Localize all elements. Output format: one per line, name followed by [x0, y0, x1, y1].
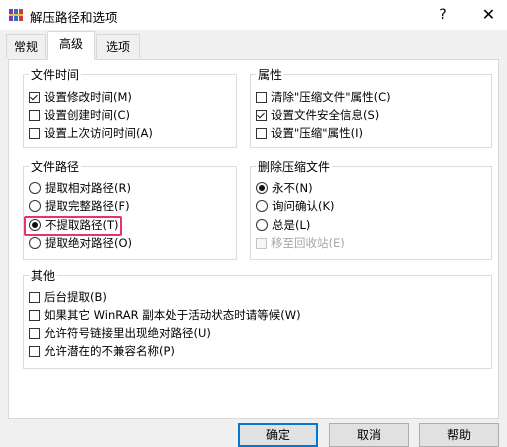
- option-label: 设置创建时间(C): [44, 108, 131, 122]
- option-label: 允许符号链接里出现绝对路径(U): [44, 326, 211, 340]
- radio-button[interactable]: [256, 219, 268, 231]
- checkbox-box[interactable]: [29, 109, 40, 121]
- checkbox-wait-other-winrar[interactable]: 如果其它 WinRAR 副本处于活动状态时请等候(W): [29, 307, 301, 323]
- radio-ask-confirm[interactable]: 询问确认(K): [256, 198, 335, 214]
- option-label: 提取完整路径(F): [45, 199, 130, 213]
- group-title: 属性: [256, 66, 285, 83]
- radio-button[interactable]: [256, 182, 268, 194]
- radio-button[interactable]: [29, 200, 41, 212]
- group-title: 删除压缩文件: [256, 158, 333, 175]
- option-label: 设置文件安全信息(S): [271, 108, 380, 122]
- checkbox-box: [256, 237, 267, 249]
- option-label: 设置"压缩"属性(I): [271, 126, 363, 140]
- option-label: 清除"压缩文件"属性(C): [271, 90, 391, 104]
- option-label: 总是(L): [272, 218, 311, 232]
- window-title: 解压路径和选项: [30, 10, 118, 25]
- radio-never[interactable]: 永不(N): [256, 180, 313, 196]
- option-label: 允许潜在的不兼容名称(P): [44, 344, 175, 358]
- radio-button[interactable]: [256, 200, 268, 212]
- option-label: 设置上次访问时间(A): [44, 126, 153, 140]
- radio-always[interactable]: 总是(L): [256, 217, 310, 233]
- checkbox-set-modify-time[interactable]: 设置修改时间(M): [29, 89, 132, 105]
- checkbox-box[interactable]: [29, 127, 40, 139]
- option-label: 如果其它 WinRAR 副本处于活动状态时请等候(W): [44, 308, 301, 322]
- checkbox-set-compressed-attribute[interactable]: 设置"压缩"属性(I): [256, 125, 363, 141]
- group-title: 文件路径: [29, 158, 82, 175]
- checkbox-set-access-time[interactable]: 设置上次访问时间(A): [29, 125, 153, 141]
- group-title: 其他: [29, 267, 58, 284]
- selection-highlight: [24, 216, 122, 236]
- checkbox-box[interactable]: [29, 345, 40, 357]
- option-label: 移至回收站(E): [271, 236, 345, 250]
- radio-absolute-path[interactable]: 提取绝对路径(O): [29, 235, 132, 251]
- checkbox-allow-incompatible-names[interactable]: 允许潜在的不兼容名称(P): [29, 343, 175, 359]
- checkbox-set-create-time[interactable]: 设置创建时间(C): [29, 107, 130, 123]
- checkbox-background-extract[interactable]: 后台提取(B): [29, 289, 107, 305]
- option-label: 提取相对路径(R): [45, 181, 131, 195]
- radio-relative-path[interactable]: 提取相对路径(R): [29, 180, 131, 196]
- checkbox-box[interactable]: [29, 309, 40, 321]
- help-icon[interactable]: ?: [428, 0, 458, 30]
- radio-button[interactable]: [29, 237, 41, 249]
- winrar-app-icon: [9, 9, 23, 21]
- checkbox-box[interactable]: [29, 291, 40, 303]
- checkbox-set-security-info[interactable]: 设置文件安全信息(S): [256, 107, 379, 123]
- option-label: 提取绝对路径(O): [45, 236, 133, 250]
- group-title: 文件时间: [29, 66, 82, 83]
- checkbox-move-to-recycle-bin: 移至回收站(E): [256, 235, 345, 251]
- radio-full-path[interactable]: 提取完整路径(F): [29, 198, 130, 214]
- title-bar: 解压路径和选项 ? ✕: [0, 0, 507, 30]
- option-label: 后台提取(B): [44, 290, 107, 304]
- checkbox-box[interactable]: [29, 327, 40, 339]
- tab-options[interactable]: 选项: [96, 34, 140, 58]
- checkbox-box[interactable]: [256, 91, 267, 103]
- option-label: 永不(N): [272, 181, 313, 195]
- ok-button[interactable]: 确定: [238, 423, 318, 447]
- option-label: 询问确认(K): [272, 199, 335, 213]
- tab-strip: 常规 高级 选项: [0, 30, 507, 60]
- help-button[interactable]: 帮助: [419, 423, 499, 447]
- checkbox-box[interactable]: [256, 109, 267, 121]
- checkbox-clear-archive-attribute[interactable]: 清除"压缩文件"属性(C): [256, 89, 391, 105]
- tab-general[interactable]: 常规: [6, 34, 46, 58]
- option-label: 设置修改时间(M): [44, 90, 132, 104]
- checkbox-allow-absolute-symlink[interactable]: 允许符号链接里出现绝对路径(U): [29, 325, 211, 341]
- radio-button[interactable]: [29, 182, 41, 194]
- checkbox-box[interactable]: [29, 91, 40, 103]
- close-icon[interactable]: ✕: [470, 0, 507, 30]
- cancel-button[interactable]: 取消: [329, 423, 409, 447]
- checkbox-box[interactable]: [256, 127, 267, 139]
- tab-advanced[interactable]: 高级: [47, 31, 95, 60]
